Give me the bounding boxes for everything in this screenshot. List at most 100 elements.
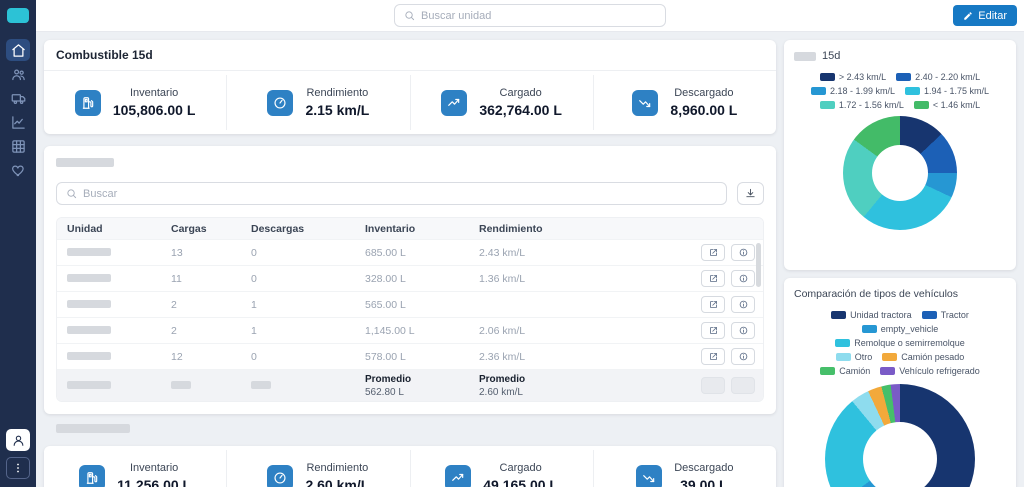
- redacted-chart-title: [794, 52, 816, 61]
- table-row: 11 0 328.00 L 1.36 km/L: [57, 266, 763, 292]
- heart-icon: [11, 163, 26, 178]
- kpi-label: Descargado: [674, 462, 733, 474]
- sidebar-item-favorites[interactable]: [6, 159, 30, 181]
- cell-descargas: 0: [251, 247, 365, 259]
- legend-swatch: [831, 311, 846, 319]
- kpi-descargado: Descargado 39.00 L: [593, 450, 776, 487]
- kpi-value: 49,165.00 L: [483, 477, 558, 487]
- vehicle-types-chart-title: Comparación de tipos de vehículos: [794, 288, 1006, 300]
- kpi-rendimiento: Rendimiento 2.15 km/L: [226, 75, 409, 130]
- external-link-icon: [709, 274, 718, 283]
- kpi-inventario: Inventario 11,256.00 L: [44, 450, 226, 487]
- open-unit-button-disabled: [701, 377, 725, 394]
- col-header-inventario: Inventario: [365, 223, 479, 235]
- open-unit-button[interactable]: [701, 244, 725, 261]
- unit-search-input[interactable]: [421, 10, 656, 22]
- legend-item[interactable]: 2.18 - 1.99 km/L: [811, 86, 895, 96]
- info-icon: [739, 248, 748, 257]
- cell-cargas: 2: [171, 299, 251, 311]
- sidebar-item-users[interactable]: [6, 63, 30, 85]
- sidebar-menu-button[interactable]: [6, 457, 30, 479]
- sidebar-user-button[interactable]: [6, 429, 30, 451]
- legend-swatch: [820, 101, 835, 109]
- download-button[interactable]: [737, 182, 764, 205]
- legend-item[interactable]: Vehículo refrigerado: [880, 366, 980, 376]
- kpi-label: Inventario: [130, 462, 178, 474]
- legend-swatch: [820, 73, 835, 81]
- legend-item[interactable]: 1.72 - 1.56 km/L: [820, 100, 904, 110]
- legend-item[interactable]: empty_vehicle: [862, 324, 939, 334]
- redacted-card-title: [56, 158, 114, 167]
- main-column: Combustible 15d Inventario 105,806.00 L …: [44, 40, 776, 487]
- legend-item[interactable]: > 2.43 km/L: [820, 72, 886, 82]
- vehicle-types-donut-chart[interactable]: [825, 384, 975, 487]
- trend-up-icon: [445, 465, 471, 487]
- unit-info-button[interactable]: [731, 348, 755, 365]
- unit-info-button[interactable]: [731, 322, 755, 339]
- sidebar-nav: [6, 39, 30, 181]
- efficiency-legend: > 2.43 km/L 2.40 - 2.20 km/L 2.18 - 1.99…: [804, 72, 996, 110]
- content: Combustible 15d Inventario 105,806.00 L …: [36, 32, 1024, 487]
- cell-inventario: 565.00 L: [365, 299, 479, 311]
- redacted-unit-name: [67, 352, 111, 360]
- info-icon: [739, 274, 748, 283]
- gauge-icon: [267, 465, 293, 487]
- legend-item[interactable]: Remolque o semirremolque: [835, 338, 965, 348]
- summary-kpi-card: Inventario 11,256.00 L Rendimiento 2.60 …: [44, 446, 776, 487]
- legend-item[interactable]: 2.40 - 2.20 km/L: [896, 72, 980, 82]
- redacted-unit-name: [67, 274, 111, 282]
- cell-descargas: 0: [251, 351, 365, 363]
- sidebar-item-vehicles[interactable]: [6, 87, 30, 109]
- legend-item[interactable]: Camión pesado: [882, 352, 964, 362]
- vehicle-types-legend: Unidad tractora Tractor empty_vehicle Re…: [815, 310, 985, 376]
- legend-item[interactable]: 1.94 - 1.75 km/L: [905, 86, 989, 96]
- kpi-descargado: Descargado 8,960.00 L: [593, 75, 776, 130]
- redacted-unit-name: [67, 326, 111, 334]
- trend-down-icon: [632, 90, 658, 116]
- donut-hole: [872, 145, 928, 201]
- sidebar-item-home[interactable]: [6, 39, 30, 61]
- open-unit-button[interactable]: [701, 296, 725, 313]
- trend-up-icon: [441, 90, 467, 116]
- legend-swatch: [896, 73, 911, 81]
- table-search-row: [56, 182, 764, 205]
- legend-swatch: [835, 339, 850, 347]
- legend-item[interactable]: Otro: [836, 352, 873, 362]
- unit-info-button[interactable]: [731, 270, 755, 287]
- legend-item[interactable]: Camión: [820, 366, 870, 376]
- unit-search[interactable]: [394, 4, 666, 27]
- edit-button[interactable]: Editar: [953, 5, 1017, 26]
- open-unit-button[interactable]: [701, 322, 725, 339]
- topbar: Editar: [36, 0, 1024, 32]
- pencil-icon: [963, 11, 973, 21]
- table-search-input[interactable]: [83, 188, 717, 200]
- cell-descargas: 0: [251, 273, 365, 285]
- efficiency-donut-chart[interactable]: [843, 116, 957, 230]
- vehicle-types-chart-card: Comparación de tipos de vehículos Unidad…: [784, 278, 1016, 487]
- kpi-value: 11,256.00 L: [117, 477, 191, 487]
- legend-item[interactable]: Tractor: [922, 310, 969, 320]
- user-icon: [12, 434, 25, 447]
- external-link-icon: [709, 300, 718, 309]
- sidebar-item-tables[interactable]: [6, 135, 30, 157]
- legend-item[interactable]: < 1.46 km/L: [914, 100, 980, 110]
- open-unit-button[interactable]: [701, 270, 725, 287]
- legend-item[interactable]: Unidad tractora: [831, 310, 912, 320]
- unit-info-button[interactable]: [731, 296, 755, 313]
- cell-inventario: 1,145.00 L: [365, 325, 479, 337]
- unit-info-button[interactable]: [731, 244, 755, 261]
- units-table: Unidad Cargas Descargas Inventario Rendi…: [56, 217, 764, 402]
- legend-swatch: [914, 101, 929, 109]
- external-link-icon: [709, 326, 718, 335]
- open-unit-button[interactable]: [701, 348, 725, 365]
- cell-cargas: 2: [171, 325, 251, 337]
- redacted-section-title: [56, 424, 130, 433]
- kpi-label: Rendimiento: [306, 462, 368, 474]
- gauge-icon: [267, 90, 293, 116]
- sidebar-item-analytics[interactable]: [6, 111, 30, 133]
- table-scrollbar[interactable]: [756, 243, 761, 287]
- table-search[interactable]: [56, 182, 727, 205]
- fuel-card-title: Combustible 15d: [44, 40, 776, 71]
- sidebar: [0, 0, 36, 487]
- col-header-descargas: Descargas: [251, 223, 365, 235]
